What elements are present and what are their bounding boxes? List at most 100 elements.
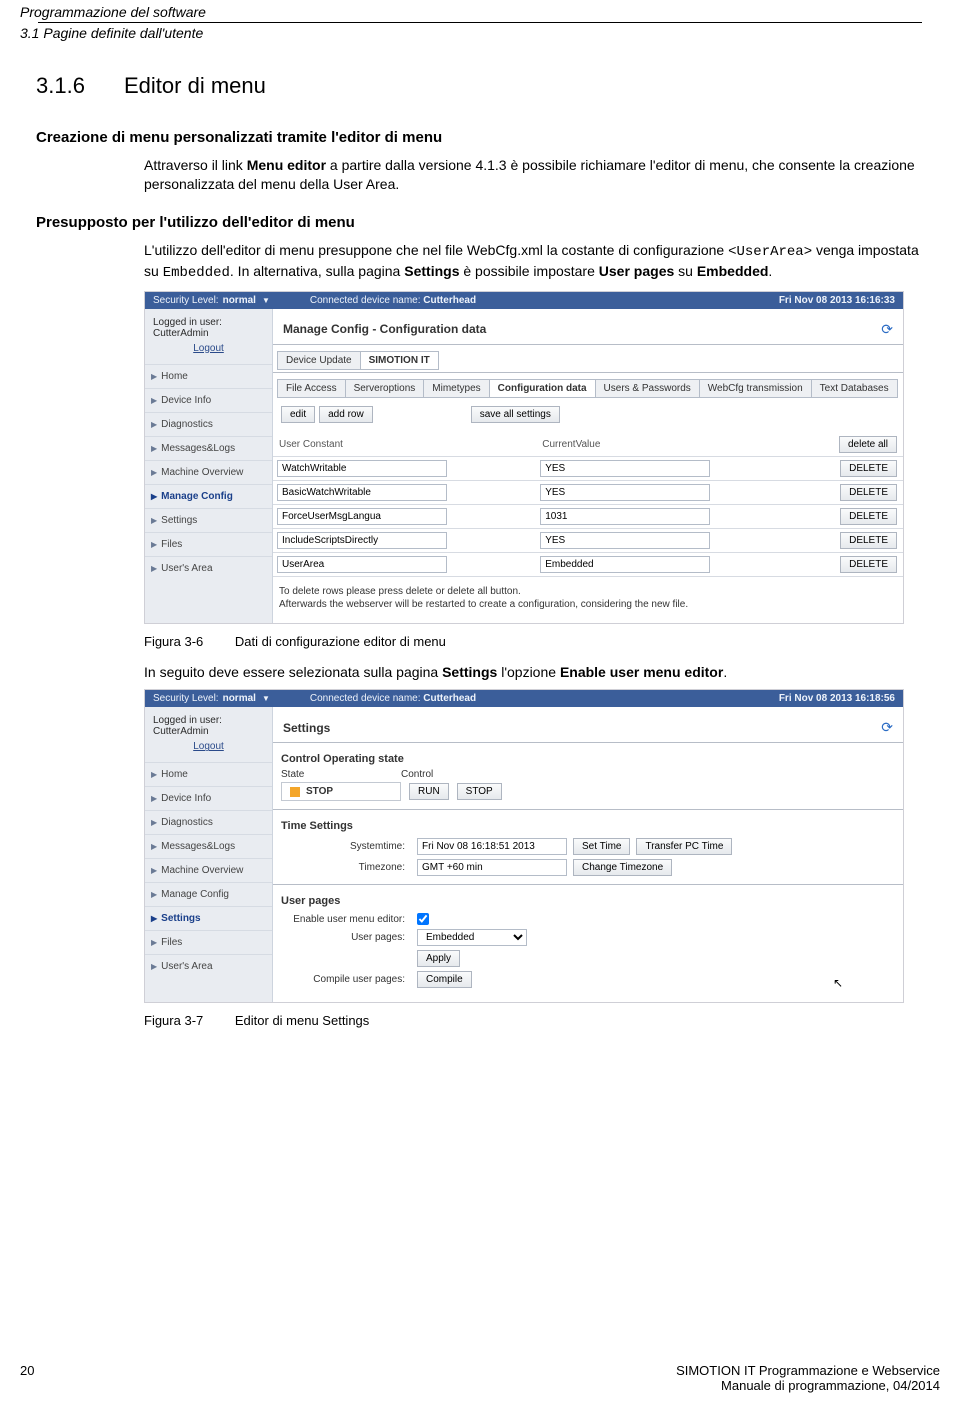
footer-line-2: Manuale di programmazione, 04/2014 <box>676 1378 940 1393</box>
systemtime-input[interactable] <box>417 838 567 855</box>
chevron-right-icon: ▶ <box>151 818 157 827</box>
chevron-right-icon: ▶ <box>151 396 157 405</box>
sidebar-item[interactable]: ▶Machine Overview <box>145 858 272 882</box>
constant-name-input[interactable] <box>277 532 447 549</box>
tab[interactable]: WebCfg transmission <box>699 379 812 398</box>
logout-link[interactable]: Logout <box>193 343 224 354</box>
figure-caption-2: Editor di menu Settings <box>235 1013 369 1028</box>
logout-link[interactable]: Logout <box>193 741 224 752</box>
sidebar-item[interactable]: ▶Manage Config <box>145 484 272 508</box>
run-button[interactable]: RUN <box>409 783 449 800</box>
constant-value-input[interactable] <box>540 532 710 549</box>
sidebar-item[interactable]: ▶Home <box>145 364 272 388</box>
sidebar-item[interactable]: ▶Manage Config <box>145 882 272 906</box>
constant-name-input[interactable] <box>277 556 447 573</box>
delete-button[interactable]: DELETE <box>840 508 897 525</box>
chevron-right-icon: ▶ <box>151 444 157 453</box>
tab[interactable]: Device Update <box>277 351 361 370</box>
table-row: DELETE <box>273 480 903 504</box>
tab[interactable]: Users & Passwords <box>595 379 700 398</box>
sidebar-item[interactable]: ▶Diagnostics <box>145 412 272 436</box>
delete-button[interactable]: DELETE <box>840 556 897 573</box>
device-name: Cutterhead <box>423 295 476 306</box>
delete-button[interactable]: DELETE <box>840 460 897 477</box>
control-header: Control <box>401 769 433 780</box>
apply-button[interactable]: Apply <box>417 950 460 967</box>
page-title: Settings <box>283 721 881 735</box>
constant-value-input[interactable] <box>540 508 710 525</box>
chevron-right-icon: ▶ <box>151 794 157 803</box>
delete-button[interactable]: DELETE <box>840 532 897 549</box>
tab[interactable]: Mimetypes <box>423 379 489 398</box>
chevron-right-icon: ▶ <box>151 516 157 525</box>
tab[interactable]: Configuration data <box>489 379 596 398</box>
tab[interactable]: Serveroptions <box>345 379 425 398</box>
sidebar-item[interactable]: ▶Settings <box>145 508 272 532</box>
figure-label-1: Figura 3-6 <box>144 634 203 649</box>
systemtime-label: Systemtime: <box>281 841 411 852</box>
paragraph-3: In seguito deve essere selezionata sulla… <box>144 663 924 682</box>
col-user-constant: User Constant <box>273 433 536 457</box>
tab[interactable]: SIMOTION IT <box>360 351 439 370</box>
sidebar-item[interactable]: ▶Device Info <box>145 388 272 412</box>
sidebar-item[interactable]: ▶Device Info <box>145 786 272 810</box>
stop-square-icon <box>290 787 300 797</box>
topbar-timestamp: Fri Nov 08 2013 16:16:33 <box>779 295 895 306</box>
security-level-label: Security Level: <box>153 693 219 704</box>
chevron-right-icon: ▶ <box>151 468 157 477</box>
enable-editor-label: Enable user menu editor: <box>281 914 411 925</box>
constant-name-input[interactable] <box>277 484 447 501</box>
sidebar-item[interactable]: ▶User's Area <box>145 954 272 978</box>
security-level-value: normal <box>223 693 256 704</box>
refresh-icon[interactable]: ⟳ <box>881 321 893 338</box>
sidebar-item[interactable]: ▶User's Area <box>145 556 272 580</box>
tab[interactable]: Text Databases <box>811 379 898 398</box>
enable-editor-checkbox[interactable] <box>417 913 429 925</box>
sidebar-item[interactable]: ▶Messages&Logs <box>145 834 272 858</box>
paragraph-1: Attraverso il link Menu editor a partire… <box>144 156 924 194</box>
user-pages-select[interactable]: Embedded <box>417 929 527 946</box>
dropdown-arrow-icon[interactable]: ▼ <box>262 296 270 305</box>
figure-label-2: Figura 3-7 <box>144 1013 203 1028</box>
delete-button[interactable]: DELETE <box>840 484 897 501</box>
constant-name-input[interactable] <box>277 508 447 525</box>
delete-all-button[interactable]: delete all <box>839 436 897 453</box>
page-number: 20 <box>20 1363 34 1393</box>
security-level-label: Security Level: <box>153 295 219 306</box>
user-pages-label: User pages: <box>281 932 411 943</box>
dropdown-arrow-icon[interactable]: ▼ <box>262 694 270 703</box>
compile-button[interactable]: Compile <box>417 971 472 988</box>
add-row-button[interactable]: add row <box>319 406 373 423</box>
sidebar-item[interactable]: ▶Home <box>145 762 272 786</box>
timezone-input[interactable] <box>417 859 567 876</box>
chevron-right-icon: ▶ <box>151 938 157 947</box>
table-row: DELETE <box>273 456 903 480</box>
panel-operating-state: Control Operating state <box>273 747 903 769</box>
chevron-right-icon: ▶ <box>151 372 157 381</box>
stop-button[interactable]: STOP <box>457 783 502 800</box>
edit-button[interactable]: edit <box>281 406 315 423</box>
state-header: State <box>281 769 401 780</box>
screenshot-settings: Security Level: normal ▼ Connected devic… <box>144 689 904 1003</box>
logged-in-user: Logged in user: CutterAdmin <box>145 309 272 339</box>
sidebar-item[interactable]: ▶Files <box>145 930 272 954</box>
sidebar-item[interactable]: ▶Diagnostics <box>145 810 272 834</box>
state-indicator: STOP <box>281 782 401 801</box>
sidebar-item[interactable]: ▶Settings <box>145 906 272 930</box>
constant-value-input[interactable] <box>540 460 710 477</box>
constant-name-input[interactable] <box>277 460 447 477</box>
heading-1: Creazione di menu personalizzati tramite… <box>36 129 924 146</box>
col-current-value: CurrentValue <box>536 433 799 457</box>
constant-value-input[interactable] <box>540 556 710 573</box>
save-all-button[interactable]: save all settings <box>471 406 560 423</box>
sidebar-item[interactable]: ▶Files <box>145 532 272 556</box>
refresh-icon[interactable]: ⟳ <box>881 719 893 736</box>
transfer-pc-time-button[interactable]: Transfer PC Time <box>636 838 732 855</box>
change-timezone-button[interactable]: Change Timezone <box>573 859 672 876</box>
set-time-button[interactable]: Set Time <box>573 838 630 855</box>
sidebar-item[interactable]: ▶Machine Overview <box>145 460 272 484</box>
constant-value-input[interactable] <box>540 484 710 501</box>
sidebar-item[interactable]: ▶Messages&Logs <box>145 436 272 460</box>
security-level-value: normal <box>223 295 256 306</box>
tab[interactable]: File Access <box>277 379 346 398</box>
